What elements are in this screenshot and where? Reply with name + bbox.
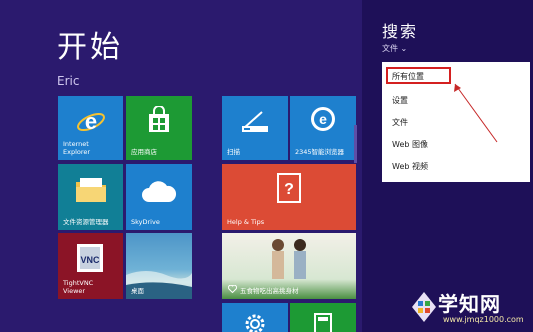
tile-food[interactable]: 五食物吃出高挑身材 [222,233,356,299]
tile-label: 文件资源管理器 [63,217,109,226]
scrollbar[interactable] [354,125,357,163]
tile-label: Help & Tips [227,217,265,226]
scanner-icon [242,111,268,132]
tile-label: Internet Explorer [63,140,91,156]
tile-label: 桌面 [131,286,144,295]
tile-label: 扫描 [227,147,240,156]
tile-scan[interactable]: 扫描 [222,96,288,160]
people-photo [272,239,306,279]
cloud-icon [142,181,177,202]
tile-label: SkyDrive [131,217,160,226]
folder-icon [76,178,106,202]
search-scope-menu: 所有位置 设置 文件 Web 图像 Web 视频 [382,62,530,182]
svg-text:e: e [319,111,327,127]
tile-help-tips[interactable]: ? Help & Tips [222,164,356,230]
svg-text:VNC: VNC [80,255,100,265]
user-name[interactable]: Eric [57,74,79,88]
tile-label: 五食物吃出高挑身材 [240,286,299,295]
annotation-arrow [454,83,498,143]
gear-icon [245,314,265,332]
calculator-icon [314,313,332,332]
tile-tightvnc[interactable]: VNC TightVNC Viewer [58,233,123,299]
ie-icon: e [77,109,105,134]
tile-2345-browser[interactable]: e 2345智能浏览器 [290,96,356,160]
tile-label: 应用商店 [131,147,157,156]
heart-icon [228,285,237,293]
tile-file-explorer[interactable]: 文件资源管理器 [58,164,123,230]
tile-skydrive[interactable]: SkyDrive [126,164,192,230]
tile-desktop[interactable]: 桌面 [126,233,192,299]
tile-internet-explorer[interactable]: e Internet Explorer [58,96,123,160]
help-book-icon: ? [277,173,301,203]
tile-app-store[interactable]: 应用商店 [126,96,192,160]
tile-label: TightVNC Viewer [63,279,94,295]
tile-label: 2345智能浏览器 [295,147,345,156]
search-pane: 搜索 文件 ⌄ 所有位置 设置 文件 Web 图像 Web 视频 [362,0,533,332]
tile-calculator[interactable] [290,303,356,332]
browser-e-icon: e [311,107,335,131]
svg-text:e: e [85,109,97,134]
svg-text:?: ? [284,181,294,198]
start-title: 开始 [57,30,123,65]
store-bag-icon [149,106,169,132]
search-scope-dropdown[interactable]: 文件 ⌄ [382,43,407,54]
search-title: 搜索 [382,22,419,41]
tile-settings[interactable] [222,303,288,332]
vnc-icon: VNC [77,244,103,272]
